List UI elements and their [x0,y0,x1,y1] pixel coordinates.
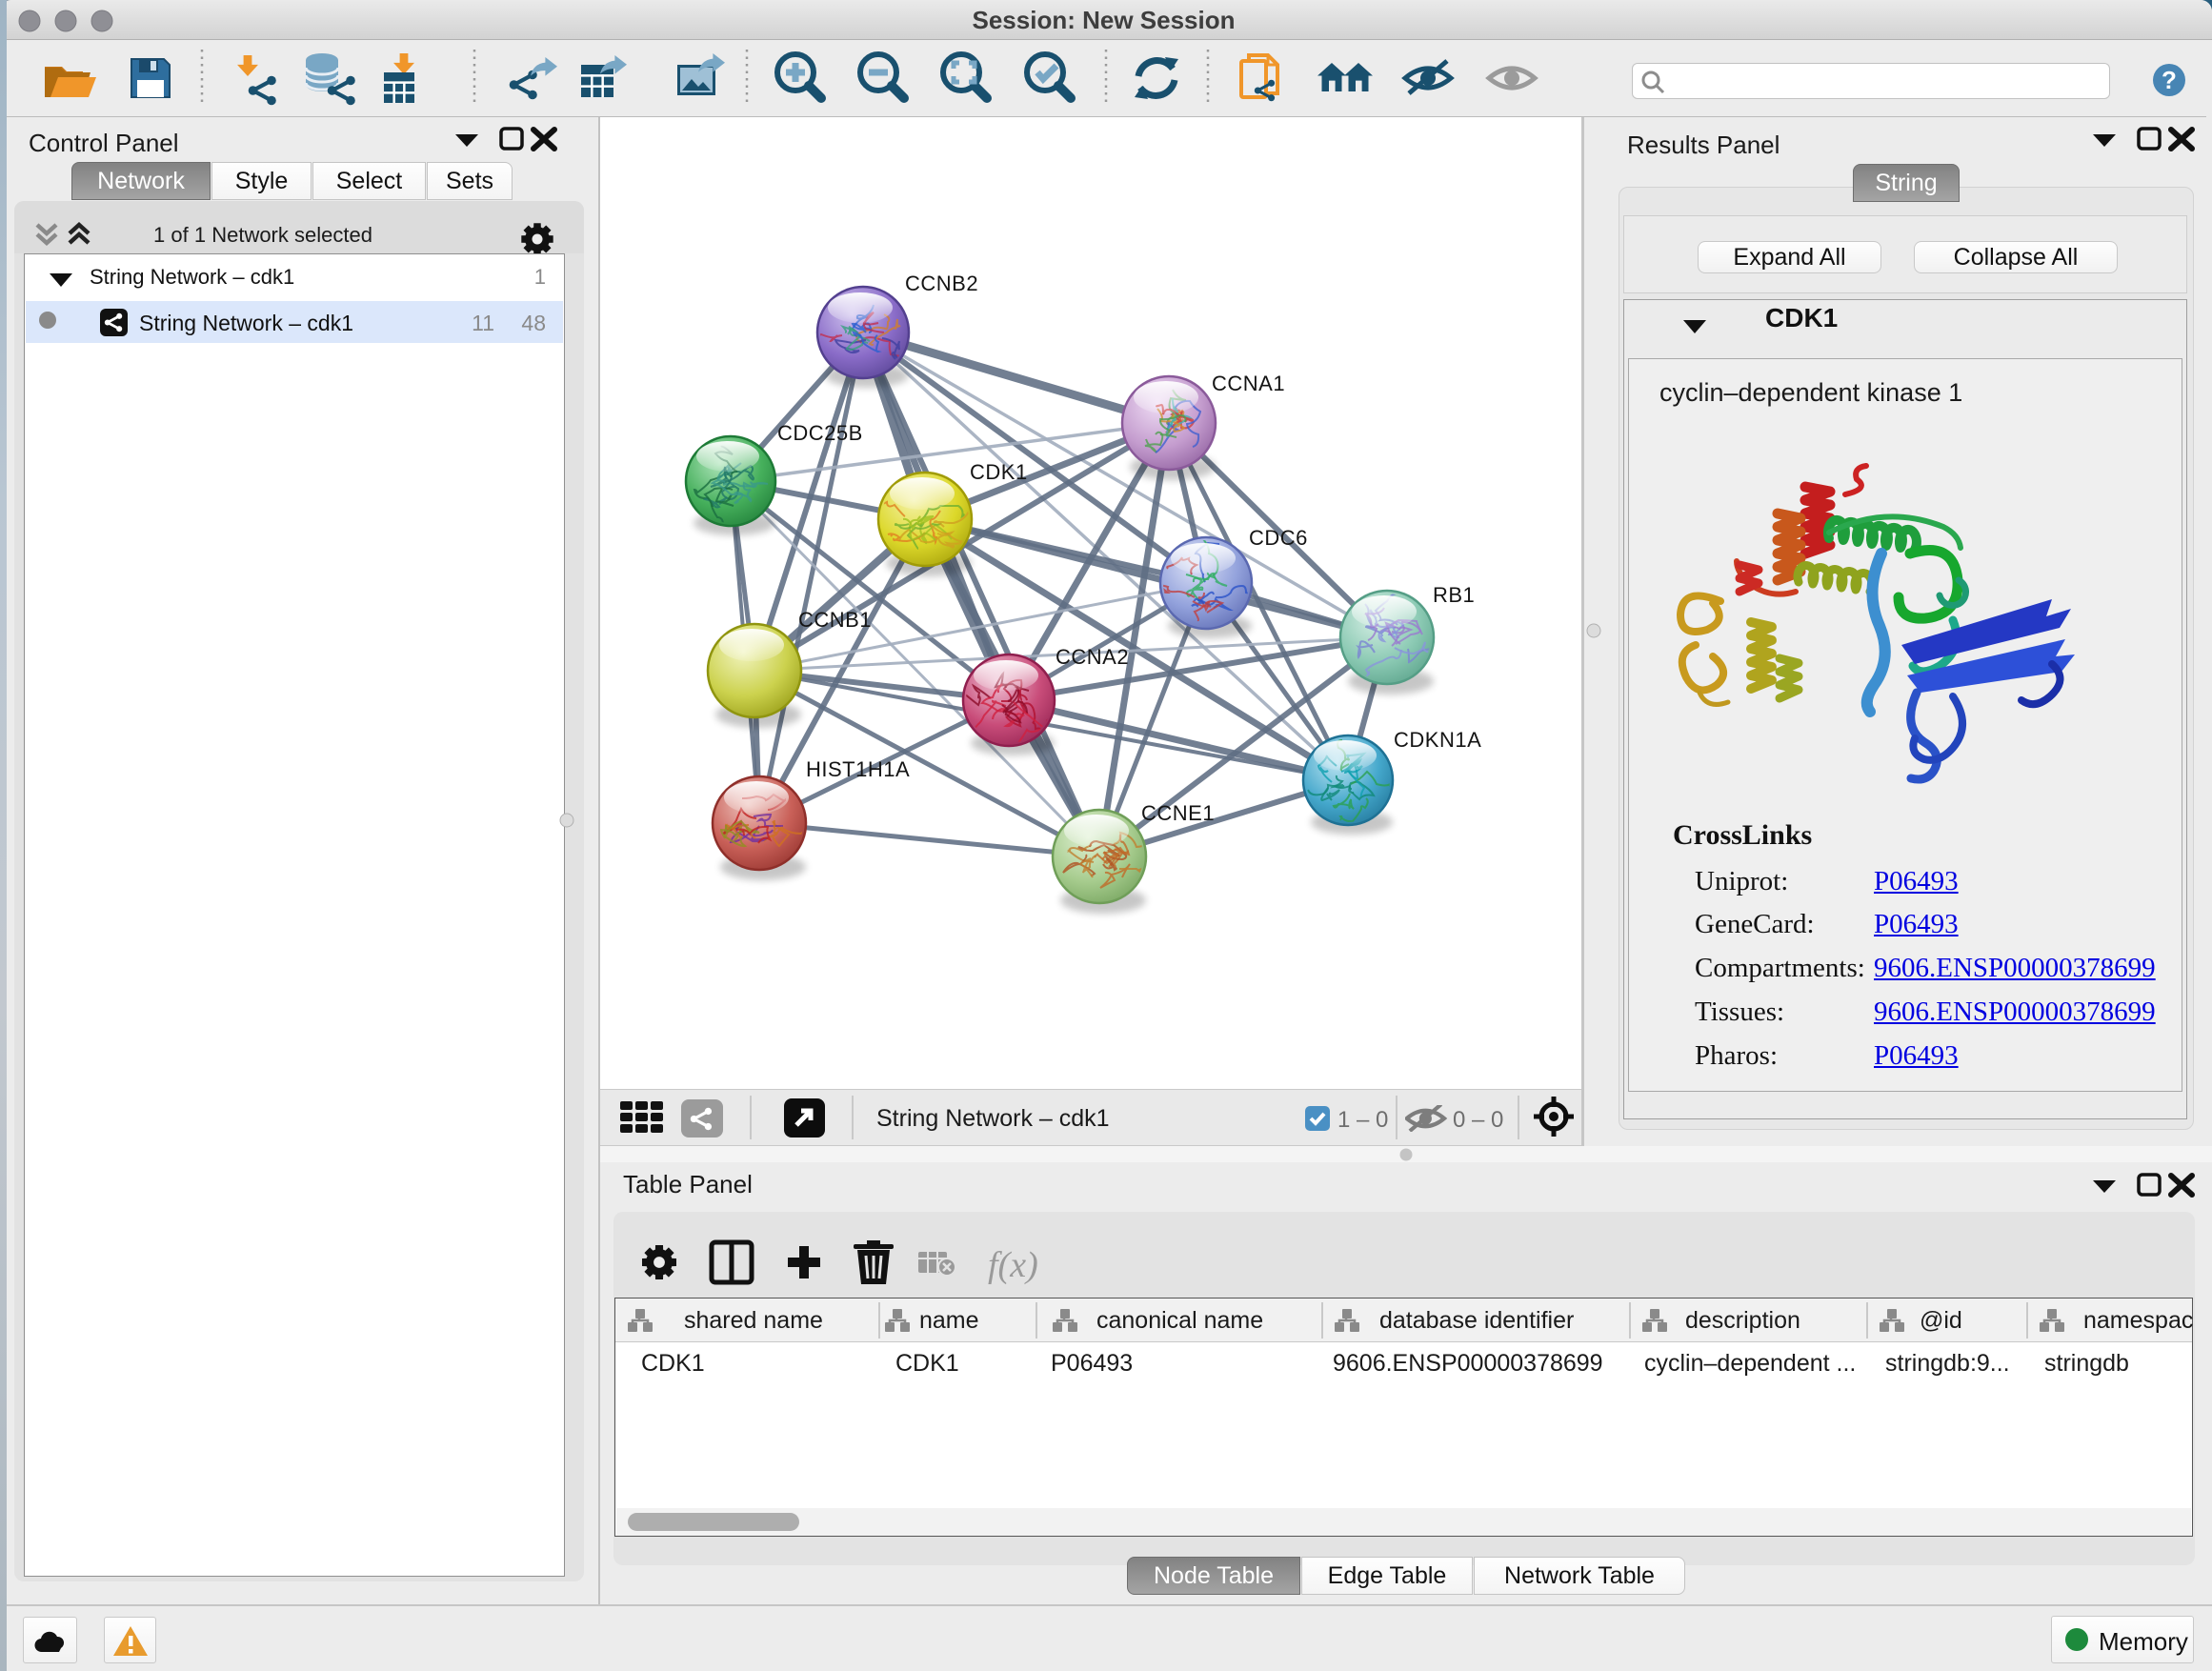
svg-text:CDKN1A: CDKN1A [1394,728,1481,752]
svg-text:CDC25B: CDC25B [777,421,863,445]
svg-text:f(x): f(x) [988,1245,1038,1285]
svg-text:RB1: RB1 [1433,583,1475,607]
svg-text:HIST1H1A: HIST1H1A [806,757,910,781]
svg-text:CDK1: CDK1 [970,460,1028,484]
svg-text:CCNB2: CCNB2 [905,272,978,295]
svg-text:CCNB1: CCNB1 [798,608,872,632]
svg-text:CDC6: CDC6 [1249,526,1308,550]
svg-text:?: ? [2162,66,2177,94]
svg-text:CCNE1: CCNE1 [1141,801,1215,825]
svg-text:CCNA2: CCNA2 [1056,645,1129,669]
svg-text:CCNA1: CCNA1 [1212,372,1285,395]
